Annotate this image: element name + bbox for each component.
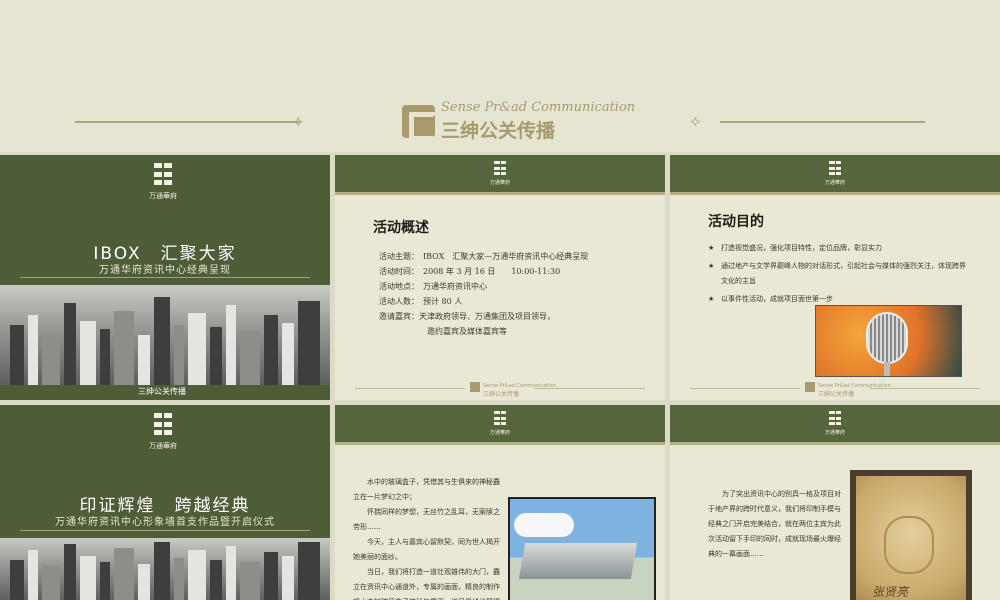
banner-rule-left [75, 121, 300, 123]
banner-rule-right [720, 121, 925, 123]
slide-title: 活动概述 [373, 220, 429, 236]
ornament-icon: ⟡ [690, 111, 701, 130]
slide-body-text: 水中的玻璃盒子，凭借其与生俱来的神秘矗立在一片梦幻之中； 怀揣同样的梦想，无丝竹… [353, 478, 500, 600]
info-row: 活动地点： 万通华府资讯中心 [379, 282, 487, 291]
slide-subtitle: 万通华府资讯中心经典呈现 [99, 265, 231, 276]
info-row: 活动人数： 预计 80 人 [379, 297, 463, 306]
slide-thumbnail-5[interactable]: 万通華府 水中的玻璃盒子，凭借其与生俱来的神秘矗立在一片梦幻之中； 怀揣同样的梦… [335, 405, 665, 600]
ornament-icon: ⟡ [293, 111, 304, 130]
slide-thumbnail-4[interactable]: 万通華府 印证辉煌 跨越经典 万通华府资讯中心形象墙首支作品暨开启仪式 [0, 405, 330, 600]
slide-thumbnail-2[interactable]: 万通華府 活动概述 活动主题： IBOX 汇聚大家—万通华府资讯中心经典呈现 活… [335, 155, 665, 400]
footer-brand: 三绅公关传播 [138, 387, 186, 396]
slide-thumbnail-3[interactable]: 万通華府 活动目的 ★ 打造视觉盛况，强化项目特性，定位品牌，彰显实力 ★ 通过地产… [670, 155, 1000, 400]
logo-mark-icon [402, 105, 438, 141]
brand-banner: ⟡ Sense Pr&ad Communication 三绅公关传播 ⟡ [0, 0, 1000, 152]
slide-thumbnail-6[interactable]: 万通華府 为了突出资讯中心的别具一格及项目对于地产界的跨时代意义，我们将印制手模… [670, 405, 1000, 600]
slide-thumbnail-1[interactable]: 万通華府 IBOX 汇聚大家 万通华府资讯中心经典呈现 三绅公关传播 [0, 155, 330, 400]
signature: 张贤亮 [872, 585, 909, 599]
slide-header: 万通華府 [335, 155, 665, 195]
info-row: 活动主题： IBOX 汇聚大家—万通华府资讯中心经典呈现 [379, 252, 589, 261]
project-emblem-icon: 万通華府 [148, 413, 178, 451]
city-skyline-image [0, 538, 330, 600]
purpose-list: ★ 打造视觉盛况，强化项目特性，定位品牌，彰显实力 ★ 通过地产与文学界巅峰人物的对… [708, 241, 968, 307]
list-item: ★ 通过地产与文学界巅峰人物的对话形式，引起社会与媒体的强烈关注，体现跨界文化的主… [708, 259, 968, 289]
star-icon: ★ [708, 295, 715, 303]
project-emblem-icon: 万通華府 [490, 161, 510, 186]
logo-mark-icon [805, 382, 815, 392]
slide-header: 万通華府 [670, 405, 1000, 445]
project-emblem-icon: 万通華府 [825, 161, 845, 186]
slide-header: 万通華府 [335, 405, 665, 445]
info-row: 邀约嘉宾及媒体嘉宾等 [427, 327, 507, 336]
slide-header: 万通華府 [670, 155, 1000, 195]
handprint-plaque-image: 张贤亮 [850, 470, 972, 600]
list-item: ★ 打造视觉盛况，强化项目特性，定位品牌，彰显实力 [708, 241, 968, 256]
slide-footer: Sense Pr&ad Communication 三绅公关传播 [355, 382, 645, 398]
slide-subtitle: 万通华府资讯中心形象墙首支作品暨开启仪式 [55, 517, 275, 528]
slide-body-text: 为了突出资讯中心的别具一格及项目对于地产界的跨时代意义，我们将印制手模与经典之门… [708, 490, 841, 558]
building-photo [508, 497, 656, 600]
star-icon: ★ [708, 244, 715, 252]
logo-mark-icon [470, 382, 480, 392]
info-row: 邀请嘉宾：天津政府领导、万通集团及项目领导， [379, 312, 555, 321]
event-info-list: 活动主题： IBOX 汇聚大家—万通华府资讯中心经典呈现 活动时间： 2008 … [379, 249, 588, 339]
brand-name-en: Sense Pr&ad Communication [441, 100, 636, 115]
slide-title: 活动目的 [708, 214, 764, 230]
brand-name-cn: 三绅公关传播 [441, 120, 556, 142]
brand-logo: Sense Pr&ad Communication 三绅公关传播 [402, 100, 635, 143]
project-emblem-icon: 万通華府 [825, 411, 845, 436]
microphone-image [815, 305, 962, 377]
info-row: 活动时间： 2008 年 3 月 16 日 10:00-11:30 [379, 267, 561, 276]
divider [20, 530, 310, 531]
city-skyline-image [0, 285, 330, 385]
project-emblem-icon: 万通華府 [490, 411, 510, 436]
slide-footer: Sense Pr&ad Communication 三绅公关传播 [690, 382, 980, 398]
star-icon: ★ [708, 262, 715, 270]
project-emblem-icon: 万通華府 [148, 163, 178, 201]
divider [20, 277, 310, 278]
